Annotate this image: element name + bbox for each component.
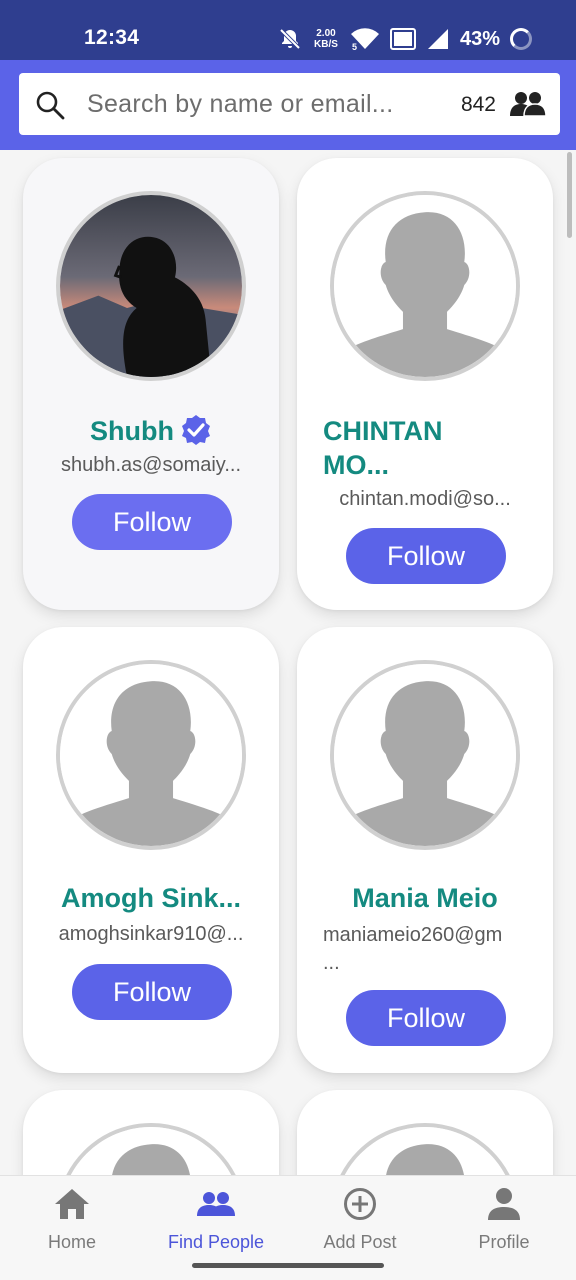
user-email-line1: maniameio260@gm xyxy=(323,924,503,946)
user-email: chintan.modi@so... xyxy=(339,488,511,510)
follow-button[interactable]: Follow xyxy=(72,964,232,1020)
user-name-line2: MO... xyxy=(323,450,389,480)
people-grid[interactable]: Shubh shubh.as@somaiy... Follow CHINTAN … xyxy=(0,150,576,1175)
nav-item-find-people[interactable]: Find People xyxy=(144,1176,288,1266)
user-card[interactable] xyxy=(23,1090,279,1175)
avatar xyxy=(56,191,246,381)
home-indicator[interactable] xyxy=(192,1263,384,1268)
scrollbar[interactable] xyxy=(567,152,572,238)
follow-button[interactable]: Follow xyxy=(72,494,232,550)
user-name-line1: CHINTAN xyxy=(323,416,443,446)
status-time: 12:34 xyxy=(84,26,140,49)
follow-button[interactable]: Follow xyxy=(346,528,506,584)
avatar xyxy=(56,1123,246,1175)
signal-icon xyxy=(427,29,448,49)
bell-off-icon xyxy=(279,28,301,50)
default-avatar-icon xyxy=(334,664,516,846)
user-email: shubh.as@somaiy... xyxy=(60,454,241,476)
user-card[interactable] xyxy=(297,1090,553,1175)
avatar xyxy=(330,660,520,850)
default-avatar-icon xyxy=(334,195,516,377)
nav-label: Find People xyxy=(167,1232,265,1252)
default-avatar-icon xyxy=(60,1127,242,1175)
group-icon xyxy=(197,1192,235,1216)
network-speed: 2.00 KB/S xyxy=(312,28,340,50)
status-bar: 12:34 2.00 KB/S 5 43% xyxy=(0,0,576,60)
search-bar[interactable]: Search by name or email... 842 xyxy=(19,73,560,135)
user-email-line2: ... xyxy=(323,952,340,974)
nav-item-profile[interactable]: Profile xyxy=(432,1176,576,1266)
vowifi-icon xyxy=(389,28,416,50)
default-avatar-icon xyxy=(334,1127,516,1175)
default-avatar-icon xyxy=(60,664,242,846)
search-icon xyxy=(36,91,65,120)
header: Search by name or email... 842 xyxy=(0,60,576,150)
avatar xyxy=(330,191,520,381)
user-card[interactable]: CHINTAN MO... chintan.modi@so... Follow xyxy=(297,158,553,610)
speed-unit: KB/S xyxy=(314,39,338,50)
user-card[interactable]: Mania Meio maniameio260@gm ... Follow xyxy=(297,627,553,1073)
user-card[interactable]: Shubh shubh.as@somaiy... Follow xyxy=(23,158,279,610)
battery-percent: 43% xyxy=(459,27,500,50)
home-icon xyxy=(55,1189,89,1219)
avatar xyxy=(330,1123,520,1175)
user-name[interactable]: Shubh xyxy=(23,414,279,447)
search-input[interactable]: Search by name or email... xyxy=(87,90,394,119)
nav-item-add-post[interactable]: Add Post xyxy=(288,1176,432,1266)
nav-label: Add Post xyxy=(323,1232,397,1252)
user-email: maniameio260@gm ... xyxy=(297,921,553,977)
avatar xyxy=(56,660,246,850)
profile-photo xyxy=(60,195,242,377)
nav-label: Home xyxy=(47,1232,96,1252)
follow-button[interactable]: Follow xyxy=(346,990,506,1046)
add-circle-icon xyxy=(344,1188,376,1220)
verified-badge-icon xyxy=(181,415,210,445)
people-count: 842 xyxy=(460,93,496,116)
speed-value: 2.00 xyxy=(316,28,336,39)
nav-item-home[interactable]: Home xyxy=(0,1176,144,1266)
user-name[interactable]: Amogh Sink... xyxy=(23,883,279,914)
nav-label: Profile xyxy=(478,1232,530,1252)
svg-text:5: 5 xyxy=(352,42,357,51)
status-icons: 2.00 KB/S 5 43% xyxy=(278,24,532,54)
user-name[interactable]: Mania Meio xyxy=(297,883,553,914)
user-name-text: Shubh xyxy=(90,416,174,446)
battery-icon xyxy=(510,28,532,50)
user-card[interactable]: Amogh Sink... amoghsinkar910@... Follow xyxy=(23,627,279,1073)
wifi-icon: 5 xyxy=(350,28,379,51)
person-icon xyxy=(488,1188,520,1220)
user-name[interactable]: CHINTAN MO... xyxy=(297,414,553,482)
group-icon xyxy=(510,92,546,117)
user-email: amoghsinkar910@... xyxy=(58,923,244,945)
